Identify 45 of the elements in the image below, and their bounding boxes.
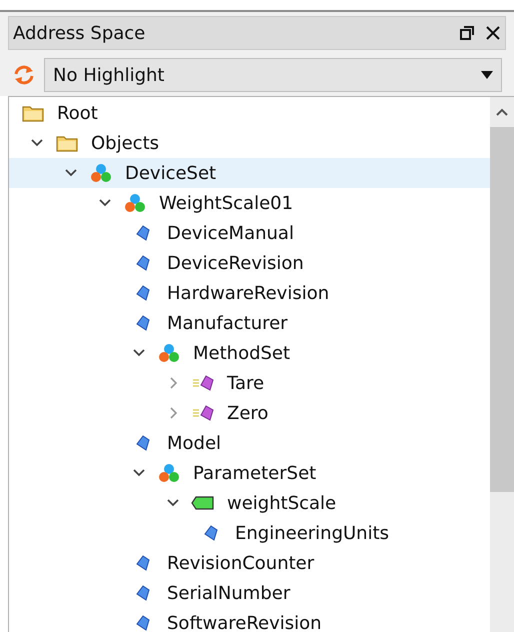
highlight-dropdown[interactable]: No Highlight	[44, 58, 502, 92]
tree-item[interactable]: SerialNumber	[9, 578, 490, 608]
diamond-icon	[136, 585, 150, 601]
tree-item[interactable]: weightScale	[9, 488, 490, 518]
close-icon[interactable]	[485, 25, 501, 41]
dropdown-arrow-icon	[481, 71, 493, 79]
folder-icon	[22, 104, 44, 122]
tree-item[interactable]: ParameterSet	[9, 458, 490, 488]
tree-item[interactable]: SoftwareRevision	[9, 608, 490, 632]
cubes-icon	[90, 163, 112, 183]
tree-item[interactable]: Root	[9, 98, 490, 128]
diamond-icon	[136, 315, 150, 331]
refresh-icon[interactable]	[12, 64, 36, 86]
diamond-icon	[136, 285, 150, 301]
cubes-icon	[158, 343, 180, 363]
tree-item[interactable]: DeviceManual	[9, 218, 490, 248]
diamond-icon	[136, 255, 150, 271]
tree-item[interactable]: DeviceRevision	[9, 248, 490, 278]
scroll-up-icon[interactable]	[496, 108, 508, 116]
tree-item[interactable]: Objects	[9, 128, 490, 158]
tree-item[interactable]: EngineeringUnits	[9, 518, 490, 548]
tag-icon	[191, 496, 215, 510]
cubes-icon	[158, 463, 180, 483]
tree-item[interactable]: HardwareRevision	[9, 278, 490, 308]
panel-title: Address Space	[13, 22, 146, 46]
scrollbar-thumb[interactable]	[490, 127, 514, 492]
tree-item[interactable]: RevisionCounter	[9, 548, 490, 578]
tree-item[interactable]: Tare	[9, 368, 490, 398]
tree-item[interactable]: Manufacturer	[9, 308, 490, 338]
diamond-icon	[204, 525, 218, 541]
folder-icon	[56, 134, 78, 152]
scrollbar[interactable]	[490, 97, 514, 632]
tree-item[interactable]: MethodSet	[9, 338, 490, 368]
tree-item[interactable]: DeviceSet	[9, 158, 490, 188]
diamond-icon	[136, 225, 150, 241]
method-icon	[192, 405, 214, 421]
tree-item[interactable]: Model	[9, 428, 490, 458]
tree-item[interactable]: WeightScale01	[9, 188, 490, 218]
tree-item[interactable]: Zero	[9, 398, 490, 428]
diamond-icon	[136, 555, 150, 571]
restore-icon[interactable]	[459, 25, 475, 41]
cubes-icon	[124, 193, 146, 213]
diamond-icon	[136, 615, 150, 631]
diamond-icon	[136, 435, 150, 451]
method-icon	[192, 375, 214, 391]
